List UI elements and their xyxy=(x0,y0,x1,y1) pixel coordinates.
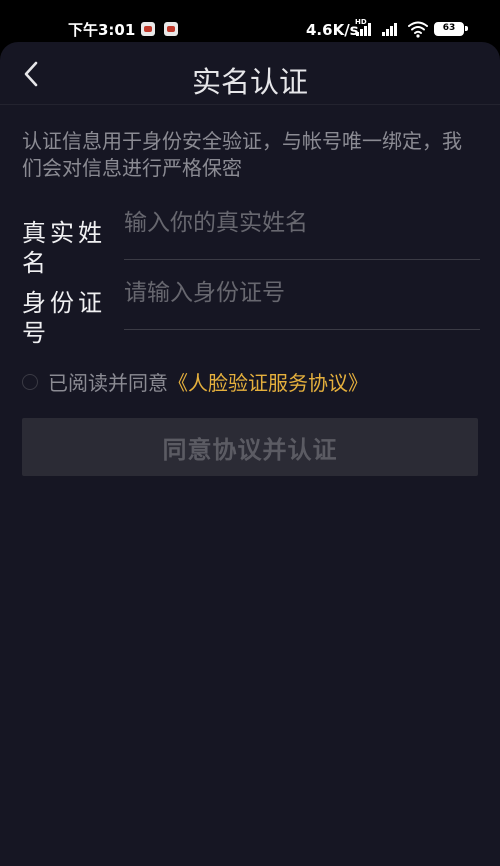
name-label: 真实姓名 xyxy=(22,219,106,277)
agreement-link[interactable]: 《人脸验证服务协议》 xyxy=(168,371,368,395)
app-notification-icon xyxy=(164,22,178,36)
id-number-input[interactable] xyxy=(124,276,480,310)
status-time: 下午3:01 xyxy=(68,21,136,39)
verification-sheet: 实名认证 认证信息用于身份安全验证，与帐号唯一绑定，我们会对信息进行严格保密 真… xyxy=(0,42,500,866)
nav-bar: 实名认证 xyxy=(0,42,500,105)
page-title: 实名认证 xyxy=(191,65,308,99)
id-number-label: 身份证号 xyxy=(22,289,106,347)
intro-text: 认证信息用于身份安全验证，与帐号唯一绑定，我们会对信息进行严格保密 xyxy=(22,129,462,180)
agreement-row: 已阅读并同意《人脸验证服务协议》 xyxy=(48,368,368,398)
agreement-text: 已阅读并同意 xyxy=(48,371,168,395)
wifi-icon xyxy=(408,21,428,38)
name-underline xyxy=(124,259,480,260)
battery-icon: 63 xyxy=(434,22,468,36)
app-notification-icon xyxy=(141,22,155,36)
battery-level: 63 xyxy=(442,23,456,33)
agree-and-verify-button[interactable]: 同意协议并认证 xyxy=(22,418,478,476)
network-speed: 4.6K/s xyxy=(306,21,359,39)
hd-signal-icon xyxy=(356,22,374,36)
id-number-underline xyxy=(124,329,480,330)
agreement-checkbox[interactable] xyxy=(22,374,38,390)
signal-icon xyxy=(382,22,400,36)
name-input[interactable] xyxy=(124,206,480,240)
